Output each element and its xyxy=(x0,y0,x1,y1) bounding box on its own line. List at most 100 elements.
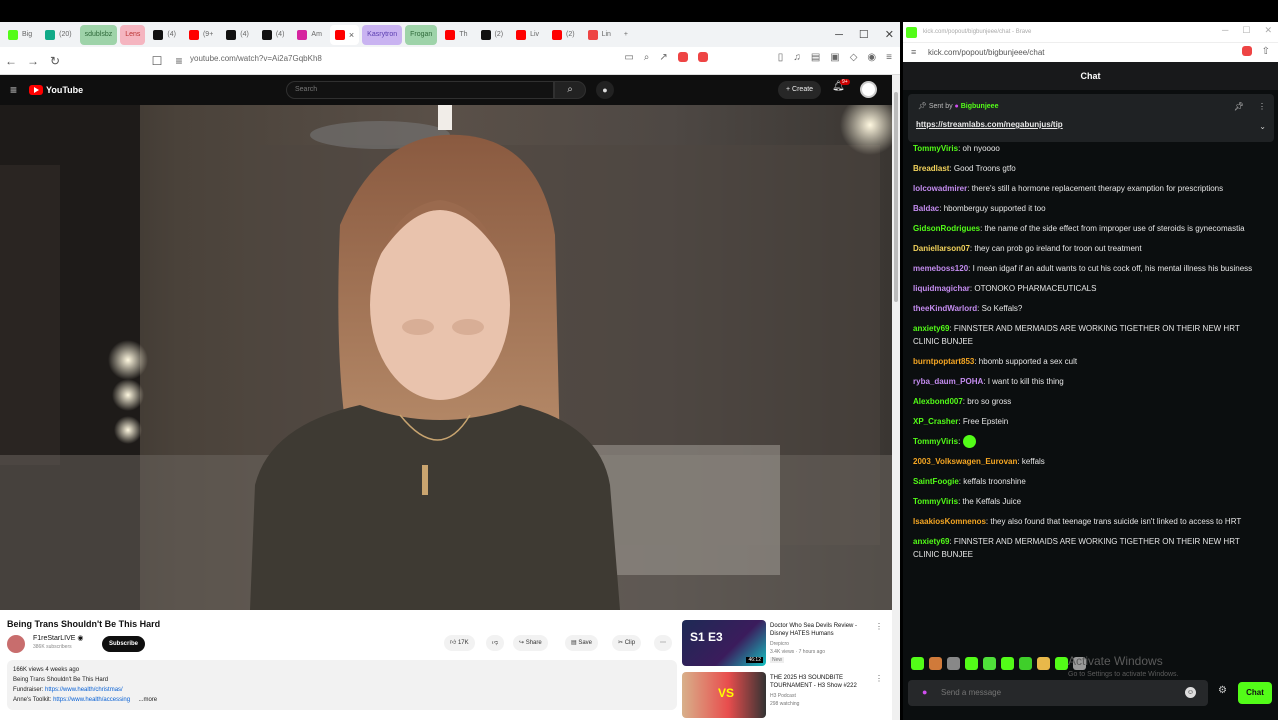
clip-button[interactable]: ✂ Clip xyxy=(612,635,642,651)
tab[interactable]: × xyxy=(329,24,360,45)
fundraiser-link[interactable]: https://www.health/christmas/ xyxy=(45,687,123,693)
wallet-icon[interactable]: ▣ xyxy=(830,52,839,63)
tab[interactable]: (4) xyxy=(257,25,290,45)
close-icon[interactable]: ✕ xyxy=(885,28,894,41)
tab[interactable]: Lens xyxy=(120,24,146,45)
reload-icon[interactable]: ↻ xyxy=(44,54,66,68)
tab[interactable]: (20) xyxy=(40,25,76,45)
youtube-logo[interactable]: YouTube xyxy=(29,85,83,95)
video-player[interactable] xyxy=(0,105,892,610)
reader-icon[interactable]: ▤ xyxy=(811,52,820,63)
tab[interactable]: Kasrytron xyxy=(362,24,403,45)
tab[interactable]: sdublsbz xyxy=(79,24,118,45)
menu-icon[interactable]: ≡ xyxy=(886,52,892,63)
pinned-message[interactable]: 📌︎ Sent by ● Bigbunjeee https://streamla… xyxy=(908,94,1274,142)
chevron-down-icon[interactable]: ⌄ xyxy=(1259,122,1266,131)
site-info-icon[interactable]: ≡ xyxy=(168,54,190,68)
scrollbar-thumb[interactable] xyxy=(894,92,898,302)
share-icon[interactable]: ⇧ xyxy=(1262,46,1270,57)
minimize-icon[interactable]: ─ xyxy=(1222,25,1228,36)
maximize-icon[interactable]: ☐ xyxy=(859,28,869,41)
tab[interactable]: Lin xyxy=(583,25,616,45)
pinned-username[interactable]: Bigbunjeee xyxy=(961,103,999,110)
emote-icon[interactable] xyxy=(965,657,978,670)
chat-username[interactable]: Alexbond007 xyxy=(913,397,963,406)
chat-username[interactable]: anxiety69 xyxy=(913,537,949,546)
brave-shield-icon[interactable] xyxy=(677,52,688,62)
sidebar-icon[interactable]: ▯ xyxy=(778,52,784,63)
description-box[interactable]: 166K views 4 weeks ago Being Trans Shoul… xyxy=(7,660,677,710)
chat-username[interactable]: TommyViris xyxy=(913,437,958,446)
more-actions-button[interactable]: ⋯ xyxy=(654,635,672,651)
url-field[interactable]: youtube.com/watch?v=Ai2a7GqbKh8 xyxy=(190,54,322,63)
like-button[interactable]: 👍︎ 17K xyxy=(444,635,475,651)
site-info-icon[interactable]: ≡ xyxy=(911,47,916,57)
video-thumbnail[interactable]: VS xyxy=(682,672,766,718)
tab-close-icon[interactable]: × xyxy=(349,30,354,40)
new-tab-button[interactable]: + xyxy=(619,25,633,45)
tab[interactable]: Liv xyxy=(511,25,544,45)
chat-username[interactable]: IsaakiosKomnenos xyxy=(913,517,986,526)
emote-icon[interactable] xyxy=(1001,657,1014,670)
emote-icon[interactable] xyxy=(983,657,996,670)
chat-username[interactable]: 2003_Volkswagen_Eurovan xyxy=(913,457,1017,466)
recommended-video[interactable]: VS THE 2025 H3 SOUNDBITE TOURNAMENT - H3… xyxy=(682,672,887,718)
emote-icon[interactable] xyxy=(1055,657,1068,670)
brave-rewards-icon[interactable] xyxy=(697,52,708,62)
chat-username[interactable]: burntpoptart853 xyxy=(913,357,974,366)
location-icon[interactable]: ◉ xyxy=(867,52,876,63)
save-button[interactable]: ▤ Save xyxy=(565,635,599,651)
pinned-link[interactable]: https://streamlabs.com/negabunjus/tip xyxy=(916,120,1063,129)
dislike-button[interactable]: 👎︎ xyxy=(486,635,505,651)
chat-username[interactable]: TommyViris xyxy=(913,497,958,506)
emote-icon[interactable] xyxy=(1037,657,1050,670)
more-vert-icon[interactable]: ⋮ xyxy=(875,622,883,631)
subscribe-button[interactable]: Subscribe xyxy=(102,636,146,652)
video-thumbnail[interactable]: S1 E3 46:12 xyxy=(682,620,766,666)
hamburger-icon[interactable]: ≡ xyxy=(10,83,17,97)
search-icon[interactable]: ⌕ xyxy=(554,81,586,99)
chat-username[interactable]: XP_Crasher xyxy=(913,417,958,426)
emote-icon[interactable] xyxy=(1019,657,1032,670)
avatar[interactable] xyxy=(860,81,877,98)
chat-send-button[interactable]: Chat xyxy=(1238,682,1272,704)
toolkit-link[interactable]: https://www.health/accessing xyxy=(53,697,130,703)
tab[interactable]: (2) xyxy=(476,25,509,45)
unpin-icon[interactable]: 📌︎ xyxy=(1234,102,1244,111)
chat-username[interactable]: memeboss120 xyxy=(913,264,968,273)
create-button[interactable]: + Create xyxy=(778,81,822,99)
music-icon[interactable]: ♫ xyxy=(793,52,801,63)
share-button[interactable]: ↪ Share xyxy=(513,635,548,651)
recommended-video[interactable]: S1 E3 46:12 Doctor Who Sea Devils Review… xyxy=(682,620,887,666)
more-link[interactable]: ...more xyxy=(138,697,157,703)
url-field[interactable]: kick.com/popout/bigbunjeee/chat xyxy=(928,48,1045,57)
tab[interactable]: Big xyxy=(3,25,37,45)
mic-icon[interactable]: ● xyxy=(596,81,614,99)
chat-username[interactable]: Daniellarson07 xyxy=(913,244,970,253)
tab[interactable]: (4) xyxy=(148,25,181,45)
chat-username[interactable]: Breadlast xyxy=(913,164,949,173)
chat-username[interactable]: TommyViris xyxy=(913,144,958,153)
forward-icon[interactable]: → xyxy=(22,54,44,68)
emoji-icon[interactable]: ☺ xyxy=(1185,687,1196,698)
tab[interactable]: Frogan xyxy=(405,24,438,45)
search-input[interactable]: Search xyxy=(286,81,554,99)
screen-icon[interactable]: ▭ xyxy=(624,52,633,63)
chat-username[interactable]: anxiety69 xyxy=(913,324,949,333)
tab[interactable]: Th xyxy=(440,25,472,45)
emote-icon[interactable] xyxy=(947,657,960,670)
chat-username[interactable]: GidsonRodrigues xyxy=(913,224,980,233)
tab[interactable]: Am xyxy=(292,25,327,45)
chat-username[interactable]: SaintFoogie xyxy=(913,477,959,486)
chat-username[interactable]: ryba_daum_POHA xyxy=(913,377,983,386)
minimize-icon[interactable]: ─ xyxy=(835,29,843,41)
back-icon[interactable]: ← xyxy=(0,54,22,68)
tab[interactable]: (4) xyxy=(221,25,254,45)
more-vert-icon[interactable]: ⋮ xyxy=(1258,102,1266,111)
brave-shield-icon[interactable] xyxy=(1241,46,1252,56)
vpn-icon[interactable]: ◇ xyxy=(850,52,858,63)
chat-username[interactable]: Baldac xyxy=(913,204,939,213)
emote-icon[interactable] xyxy=(911,657,924,670)
bookmark-icon[interactable]: ☐ xyxy=(146,54,168,68)
message-field[interactable] xyxy=(941,688,1171,697)
